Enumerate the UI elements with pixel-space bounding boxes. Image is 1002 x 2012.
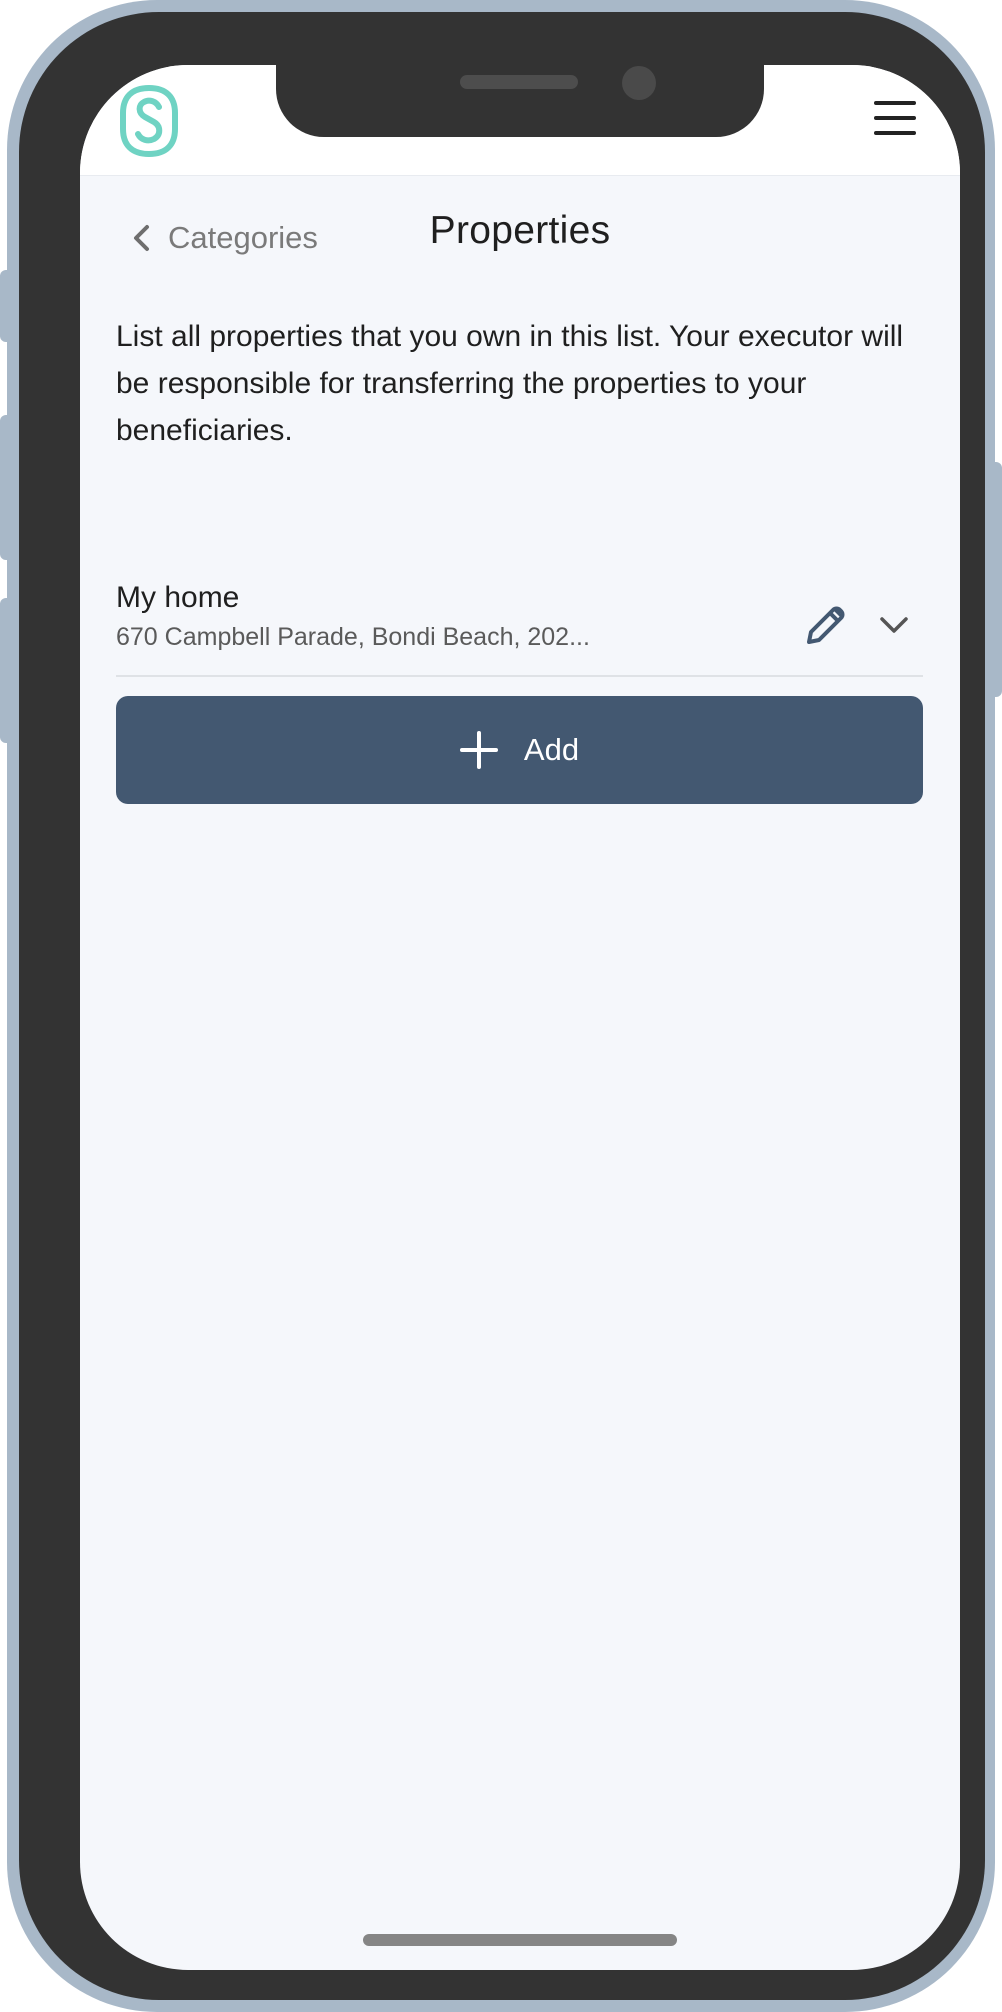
app-header — [80, 65, 960, 176]
property-name: My home — [116, 581, 240, 614]
volume-up-button — [0, 415, 20, 560]
chevron-down-icon[interactable] — [878, 613, 910, 637]
property-list-item[interactable]: My home 670 Campbell Parade, Bondi Beach… — [116, 525, 923, 677]
side-button — [0, 270, 20, 342]
shield-s-logo-icon[interactable] — [118, 85, 180, 157]
speaker-grille — [460, 75, 578, 89]
hamburger-menu-icon[interactable] — [874, 99, 918, 139]
property-address: 670 Campbell Parade, Bondi Beach, 202... — [116, 623, 590, 651]
device-notch — [276, 65, 764, 137]
volume-down-button — [0, 598, 20, 743]
page-title: Properties — [429, 209, 611, 252]
phone-bezel: Categories Properties List all propertie… — [19, 12, 985, 2000]
screen: Categories Properties List all propertie… — [80, 65, 960, 1970]
add-property-button[interactable]: Add — [116, 696, 923, 804]
page-description: List all properties that you own in this… — [116, 320, 904, 447]
pencil-icon[interactable] — [800, 601, 850, 651]
power-button — [982, 462, 1002, 697]
plus-icon — [459, 731, 498, 769]
add-button-label: Add — [523, 732, 580, 767]
front-camera — [622, 66, 656, 100]
home-indicator[interactable] — [363, 1934, 677, 1946]
